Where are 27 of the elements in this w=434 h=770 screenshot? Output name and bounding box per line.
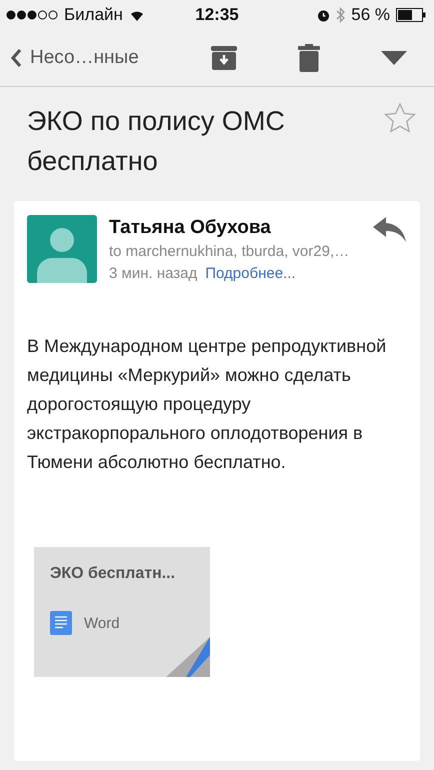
recipients-text: to marchernukhina, tburda, vor29,… — [109, 242, 350, 262]
reply-icon — [373, 217, 407, 243]
back-button[interactable]: Несо…нные — [10, 47, 194, 69]
battery-percent: 56 % — [351, 5, 390, 25]
wifi-icon — [128, 9, 145, 21]
clock-time: 12:35 — [195, 5, 239, 25]
star-icon — [384, 103, 416, 133]
sender-name: Татьяна Обухова — [109, 216, 272, 240]
attachment-card[interactable]: ЭКО бесплатн... Word — [34, 547, 210, 677]
carrier-name: Билайн — [64, 5, 123, 25]
bluetooth-icon — [336, 7, 346, 23]
attachment-name: ЭКО бесплатн... — [50, 565, 176, 583]
archive-icon — [211, 46, 238, 70]
message-body: В Международном центре репродуктивной медицины «Меркурий» можно сделать дорогостоящую процедуру экстракорпорального оплодотворения в Тюмени абсолютно бесплатно. — [27, 335, 388, 474]
avatar-icon — [27, 215, 97, 283]
chevron-icon — [10, 48, 22, 68]
dropdown-icon — [381, 51, 408, 65]
message-subject: ЭКО по полису ОМС бесплатно — [27, 105, 286, 178]
trash-icon — [298, 44, 320, 72]
alarm-icon — [317, 8, 330, 22]
document-icon — [50, 611, 72, 635]
sent-time: 3 мин. назад — [109, 264, 198, 284]
battery-icon — [396, 8, 426, 22]
attachment-type: Word — [84, 614, 120, 632]
folded-corner-icon — [166, 637, 210, 677]
signal-icon — [6, 10, 58, 20]
details-link[interactable]: Подробнее... — [205, 264, 296, 284]
